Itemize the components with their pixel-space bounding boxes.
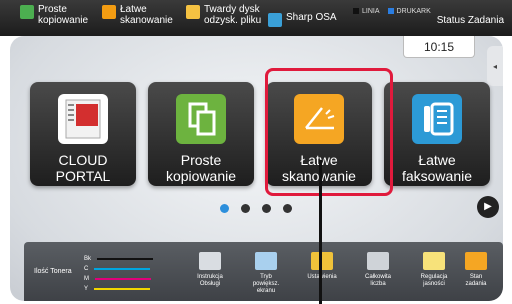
chevron-left-icon: ◂ [492, 61, 497, 71]
zoom-text-icon [255, 252, 277, 270]
printer-indicator-icon [387, 8, 394, 15]
toner-c: C [84, 266, 151, 272]
job-status-button[interactable]: Status Zadania [437, 15, 504, 26]
toner-bar-y [94, 288, 151, 290]
line-indicator-icon [353, 8, 359, 15]
job-status-bottom-button[interactable]: Stan zadania [448, 242, 503, 301]
shortcut-label: Twardy dysk odzysk. pliku [204, 4, 262, 26]
play-arrow-icon: ▶ [484, 201, 492, 212]
shortcut-label: Łatwe skanowanie [120, 4, 173, 26]
page-dot[interactable] [241, 204, 250, 213]
shortcut-proste-kopiowanie[interactable]: Proste kopiowanie [20, 4, 88, 26]
tile-label: CLOUD PORTAL [55, 152, 111, 184]
status-indicators: LINIA DRUKARK [353, 8, 431, 15]
toner-label: Ilość Tonera [34, 268, 72, 275]
page-dot[interactable] [220, 204, 229, 213]
toner-bar-bk [97, 258, 154, 260]
settings-button[interactable]: Ustawienia [294, 242, 350, 301]
cloud-portal-icon [58, 94, 108, 144]
shortcut-label: Proste kopiowanie [38, 4, 89, 26]
status-printer: DRUKARK [387, 8, 431, 15]
page-dot[interactable] [283, 204, 292, 213]
counter-icon [367, 252, 389, 270]
toner-bar-c [94, 268, 151, 270]
toner-y: Y [84, 286, 151, 292]
toner-bar-m [95, 278, 151, 280]
tile-label: Proste kopiowanie [165, 152, 237, 184]
bottom-bar: Ilość Tonera Bk C M Y Instrukcja Obsługi… [24, 242, 503, 301]
callout-pointer-line [319, 160, 322, 304]
page-indicator [220, 204, 292, 213]
wrench-icon [311, 252, 333, 270]
selection-highlight [265, 68, 393, 196]
job-status-icon [465, 252, 487, 270]
shortcut-label: Sharp OSA [286, 12, 337, 23]
tile-label: Łatwe faksowanie [401, 152, 473, 184]
tile-proste-kopiowanie[interactable]: Proste kopiowanie [148, 82, 254, 186]
fax-graphic [424, 102, 454, 136]
copy-graphic [188, 102, 216, 136]
shortcut-sharp-osa[interactable]: Sharp OSA [268, 12, 337, 27]
next-page-button[interactable]: ▶ [477, 196, 499, 218]
cloud-portal-graphic [65, 99, 101, 139]
folder-icon [186, 5, 200, 19]
toner-m: M [84, 276, 151, 282]
home-screen: 10:15 ◂ CLOUD PORTAL Proste kopiowanie Ł… [10, 36, 503, 301]
tile-latwe-faksowanie[interactable]: Łatwe faksowanie [384, 82, 490, 186]
shortcut-twardy-dysk[interactable]: Twardy dysk odzysk. pliku [186, 4, 261, 26]
clock: 10:15 [403, 36, 475, 58]
copy-icon [20, 5, 34, 19]
osa-icon [268, 13, 282, 27]
page-dot[interactable] [262, 204, 271, 213]
status-line: LINIA [353, 8, 380, 15]
toner-bk: Bk [84, 256, 154, 262]
manual-icon [199, 252, 221, 270]
tile-cloud-portal[interactable]: CLOUD PORTAL [30, 82, 136, 186]
scan-icon [102, 5, 116, 19]
fax-icon [412, 94, 462, 144]
shortcut-latwe-skanowanie[interactable]: Łatwe skanowanie [102, 4, 173, 26]
side-panel-tab[interactable]: ◂ [487, 46, 503, 86]
manual-button[interactable]: Instrukcja Obsługi [182, 242, 238, 301]
top-bar: Proste kopiowanie Łatwe skanowanie Tward… [0, 0, 512, 36]
zoom-text-button[interactable]: Tryb powiększ. ekranu [238, 242, 294, 301]
copy-icon [176, 94, 226, 144]
total-count-button[interactable]: Całkowita liczba [350, 242, 406, 301]
brightness-icon [423, 252, 445, 270]
